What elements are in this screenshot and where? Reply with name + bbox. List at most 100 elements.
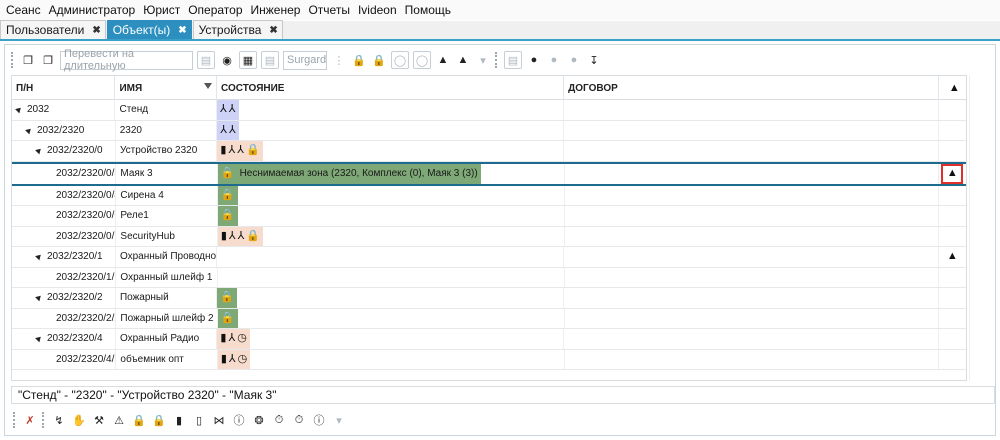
lock-icon[interactable]: 🔒	[371, 52, 387, 68]
pn-label: 2032/2320/2	[47, 292, 103, 304]
network-icon[interactable]: ⋈	[211, 412, 227, 428]
lock-icon[interactable]: 🔒	[131, 412, 147, 428]
layout-icon[interactable]: ▦	[239, 51, 257, 69]
network-icon: ⅄	[237, 144, 244, 157]
menu-item-3[interactable]: Оператор	[188, 3, 242, 17]
expand-toggle-icon[interactable]	[25, 126, 33, 135]
flash-icon[interactable]: ↯	[51, 412, 67, 428]
column-header-name[interactable]: ИМЯ	[115, 76, 217, 100]
network-icon: ⅄	[228, 144, 236, 157]
camera-add-icon[interactable]: ▲	[435, 52, 451, 68]
expand-toggle-icon[interactable]	[15, 105, 23, 114]
table-row[interactable]: 2032/2320/1 Охранный Проводной 1 ▲	[12, 247, 966, 268]
menu-bar: Сеанс Администратор Юрист Оператор Инженер От…	[0, 0, 1000, 20]
table-row[interactable]: 2032 Стенд ⅄ ⅄	[12, 100, 966, 121]
info-icon[interactable]: ⓘ	[231, 412, 247, 428]
transfer-apply-icon[interactable]: ▤	[197, 51, 215, 69]
table-row[interactable]: 2032/2320/1/1 Охранный шлейф 1	[12, 267, 966, 288]
hand-icon[interactable]: ✋	[71, 412, 87, 428]
network-icon: ⅄	[228, 352, 236, 365]
download-icon[interactable]: ↧	[586, 52, 602, 68]
lock-closed-icon[interactable]: 🔒	[151, 412, 167, 428]
tab-1[interactable]: Объект(ы) ✖	[106, 20, 192, 39]
camera-remove-icon[interactable]: ▲	[455, 52, 471, 68]
column-header-pn[interactable]: П/Н	[12, 76, 116, 100]
table-row[interactable]: 2032/2320/0/6 Реле1 🔒	[12, 206, 966, 227]
tab-2[interactable]: Устройства ✖	[192, 20, 283, 39]
expand-toggle-icon[interactable]	[35, 252, 43, 261]
user-edit-icon[interactable]: ●	[546, 52, 562, 68]
menu-item-6[interactable]: Ivideon	[358, 3, 397, 17]
menu-item-7[interactable]: Помощь	[405, 3, 451, 17]
surgard-input[interactable]: Surgard	[283, 50, 327, 70]
cell-camera	[939, 268, 966, 288]
battery-low-icon[interactable]: ▯	[191, 412, 207, 428]
menu-item-2[interactable]: Юрист	[143, 3, 180, 17]
vertical-scrollbar[interactable]	[969, 75, 993, 381]
state-indicator: ▮ ⅄ ◷	[217, 349, 251, 369]
more-icon[interactable]: ⋮	[331, 52, 347, 68]
state-indicator: 🔒	[217, 308, 238, 328]
globe-icon[interactable]: ◉	[219, 52, 235, 68]
table-row[interactable]: 2032/2320/4 Охранный Радио ▮ ⅄ ◷	[12, 329, 966, 350]
lock-open-icon[interactable]: 🔒	[351, 52, 367, 68]
tab-0[interactable]: Пользователи ✖	[0, 20, 106, 39]
timer-icon: ◷	[237, 332, 247, 345]
cell-camera	[939, 100, 966, 120]
timer-icon[interactable]: ⏱	[271, 412, 287, 428]
dropdown-icon[interactable]: ▾	[331, 412, 347, 428]
transfer-input[interactable]: Перевести на длительную	[60, 48, 193, 72]
toolbar-grip[interactable]	[11, 52, 14, 68]
copy-disabled-icon[interactable]: ▤	[261, 51, 279, 69]
cell-camera: ▲	[939, 163, 966, 184]
menu-item-5[interactable]: Отчеты	[308, 3, 349, 17]
cell-contract	[565, 163, 939, 184]
camera-column-icon[interactable]: ▲	[939, 76, 966, 100]
info-alt-icon[interactable]: ⓘ	[311, 412, 327, 428]
copy-all-icon[interactable]: ❐	[40, 52, 56, 68]
cell-pn: 2032/2320/1	[12, 247, 116, 267]
menu-item-0[interactable]: Сеанс	[6, 3, 41, 17]
close-icon[interactable]: ✖	[269, 25, 277, 36]
column-header-state[interactable]: СОСТОЯНИЕ	[217, 76, 565, 100]
close-icon[interactable]: ✖	[92, 25, 100, 36]
expand-toggle-icon[interactable]	[35, 146, 43, 155]
battery-icon[interactable]: ▮	[171, 412, 187, 428]
dropdown-icon[interactable]: ▾	[475, 52, 491, 68]
wrench-icon[interactable]: ⚒	[91, 412, 107, 428]
toggle-off-icon[interactable]: ◯	[391, 51, 409, 69]
camera-icon[interactable]: ▲	[947, 168, 958, 179]
filter-icon[interactable]	[203, 83, 212, 89]
expand-toggle-icon[interactable]	[35, 293, 43, 302]
table-row[interactable]: 2032/2320/0/3 Маяк 3 🔒 Неснимаемая зона (23…	[12, 161, 966, 186]
status-toolbar-grip[interactable]	[13, 412, 16, 428]
cell-pn: 2032/2320/0	[12, 141, 116, 161]
timer-alt-icon[interactable]: ⏱	[291, 412, 307, 428]
state-indicator: ▮ ⅄ ◷	[217, 329, 250, 349]
user-remove-icon[interactable]: ●	[566, 52, 582, 68]
table-row[interactable]: 2032/2320/0/4 Сирена 4 🔒	[12, 185, 966, 206]
table-row[interactable]: 2032/2320/2/2 Пожарный шлейф 2 🔒	[12, 308, 966, 329]
cell-state: 🔒	[217, 308, 565, 328]
menu-item-4[interactable]: Инженер	[251, 3, 301, 17]
document-icon[interactable]: ▤	[504, 51, 522, 69]
camera-icon[interactable]: ▲	[947, 251, 958, 262]
toggle-on-icon[interactable]: ◯	[413, 51, 431, 69]
copy-icon[interactable]: ❐	[20, 52, 36, 68]
menu-item-1[interactable]: Администратор	[49, 3, 136, 17]
table-row[interactable]: 2032/2320/2 Пожарный 🔒	[12, 288, 966, 309]
user-add-icon[interactable]: ●	[526, 52, 542, 68]
column-header-contract[interactable]: ДОГОВОР	[564, 76, 939, 100]
table-row[interactable]: 2032/2320/0 Устройство 2320 ▮ ⅄ ⅄ 🔒	[12, 141, 966, 162]
alarm-off-icon[interactable]: ✗	[22, 412, 38, 428]
network-icon: ⅄	[228, 332, 236, 345]
expand-toggle-icon[interactable]	[35, 334, 43, 343]
bug-icon[interactable]: ❂	[251, 412, 267, 428]
table-row[interactable]: 2032/2320/4/5 объемник опт ▮ ⅄ ◷	[12, 349, 966, 370]
cell-contract	[564, 288, 939, 308]
cell-contract	[564, 141, 939, 161]
table-row[interactable]: 2032/2320 2320 ⅄ ⅄	[12, 120, 966, 141]
warning-icon[interactable]: ⚠	[111, 412, 127, 428]
table-row[interactable]: 2032/2320/0/100SecurityHub▮⅄⅄🔒	[12, 226, 966, 247]
close-icon[interactable]: ✖	[178, 25, 186, 36]
